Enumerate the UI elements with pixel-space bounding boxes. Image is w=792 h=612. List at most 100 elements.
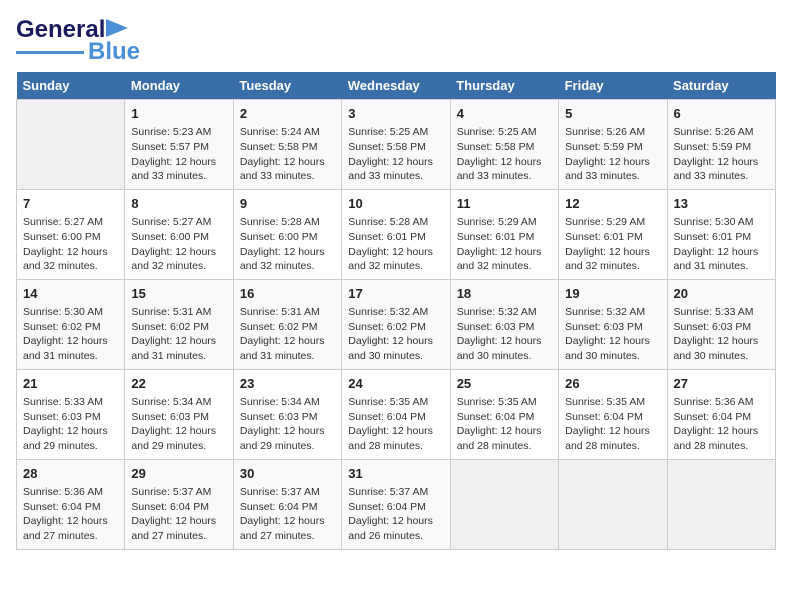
calendar-cell: 6 Sunrise: 5:26 AMSunset: 5:59 PMDaylight… bbox=[667, 100, 775, 190]
day-number: 24 bbox=[348, 375, 443, 393]
day-info: Sunrise: 5:37 AMSunset: 6:04 PMDaylight:… bbox=[348, 485, 443, 544]
weekday-header-thursday: Thursday bbox=[450, 72, 558, 100]
calendar-week-row: 21 Sunrise: 5:33 AMSunset: 6:03 PMDayligh… bbox=[17, 369, 776, 459]
day-info: Sunrise: 5:30 AMSunset: 6:01 PMDaylight:… bbox=[674, 215, 769, 274]
day-info: Sunrise: 5:27 AMSunset: 6:00 PMDaylight:… bbox=[131, 215, 226, 274]
day-info: Sunrise: 5:26 AMSunset: 5:59 PMDaylight:… bbox=[674, 125, 769, 184]
day-number: 23 bbox=[240, 375, 335, 393]
calendar-cell: 31 Sunrise: 5:37 AMSunset: 6:04 PMDayligh… bbox=[342, 459, 450, 549]
calendar-cell: 17Sunrise: 5:32 AMSunset: 6:02 PMDayligh… bbox=[342, 279, 450, 369]
day-info: Sunrise: 5:25 AMSunset: 5:58 PMDaylight:… bbox=[457, 125, 552, 184]
day-info: Sunrise: 5:32 AMSunset: 6:02 PMDaylight:… bbox=[348, 305, 443, 364]
day-number: 30 bbox=[240, 465, 335, 483]
calendar-cell: 13 Sunrise: 5:30 AMSunset: 6:01 PMDayligh… bbox=[667, 189, 775, 279]
calendar-cell: 16 Sunrise: 5:31 AMSunset: 6:02 PMDayligh… bbox=[233, 279, 341, 369]
day-number: 25 bbox=[457, 375, 552, 393]
calendar-cell: 15 Sunrise: 5:31 AMSunset: 6:02 PMDayligh… bbox=[125, 279, 233, 369]
day-info: Sunrise: 5:31 AMSunset: 6:02 PMDaylight:… bbox=[131, 305, 226, 364]
weekday-header-monday: Monday bbox=[125, 72, 233, 100]
calendar-cell: 1 Sunrise: 5:23 AMSunset: 5:57 PMDaylight… bbox=[125, 100, 233, 190]
calendar-cell bbox=[559, 459, 667, 549]
day-number: 26 bbox=[565, 375, 660, 393]
day-number: 31 bbox=[348, 465, 443, 483]
day-number: 7 bbox=[23, 195, 118, 213]
day-number: 16 bbox=[240, 285, 335, 303]
day-number: 2 bbox=[240, 105, 335, 123]
day-number: 20 bbox=[674, 285, 769, 303]
day-info: Sunrise: 5:34 AMSunset: 6:03 PMDaylight:… bbox=[240, 395, 335, 454]
day-info: Sunrise: 5:33 AMSunset: 6:03 PMDaylight:… bbox=[674, 305, 769, 364]
day-number: 13 bbox=[674, 195, 769, 213]
calendar-cell: 21 Sunrise: 5:33 AMSunset: 6:03 PMDayligh… bbox=[17, 369, 125, 459]
day-number: 18 bbox=[457, 285, 552, 303]
weekday-header-friday: Friday bbox=[559, 72, 667, 100]
logo: General Blue bbox=[16, 16, 140, 64]
calendar-cell: 7Sunrise: 5:27 AMSunset: 6:00 PMDaylight… bbox=[17, 189, 125, 279]
calendar-cell bbox=[667, 459, 775, 549]
day-number: 3 bbox=[348, 105, 443, 123]
day-info: Sunrise: 5:28 AMSunset: 6:00 PMDaylight:… bbox=[240, 215, 335, 274]
day-number: 22 bbox=[131, 375, 226, 393]
logo-text-blue: Blue bbox=[88, 40, 140, 64]
calendar-cell: 5Sunrise: 5:26 AMSunset: 5:59 PMDaylight… bbox=[559, 100, 667, 190]
day-number: 6 bbox=[674, 105, 769, 123]
day-info: Sunrise: 5:33 AMSunset: 6:03 PMDaylight:… bbox=[23, 395, 118, 454]
day-info: Sunrise: 5:37 AMSunset: 6:04 PMDaylight:… bbox=[240, 485, 335, 544]
day-number: 19 bbox=[565, 285, 660, 303]
day-number: 21 bbox=[23, 375, 118, 393]
day-number: 15 bbox=[131, 285, 226, 303]
day-number: 11 bbox=[457, 195, 552, 213]
weekday-header-wednesday: Wednesday bbox=[342, 72, 450, 100]
day-number: 4 bbox=[457, 105, 552, 123]
day-info: Sunrise: 5:24 AMSunset: 5:58 PMDaylight:… bbox=[240, 125, 335, 184]
day-info: Sunrise: 5:35 AMSunset: 6:04 PMDaylight:… bbox=[457, 395, 552, 454]
calendar-cell: 27 Sunrise: 5:36 AMSunset: 6:04 PMDayligh… bbox=[667, 369, 775, 459]
day-info: Sunrise: 5:31 AMSunset: 6:02 PMDaylight:… bbox=[240, 305, 335, 364]
day-info: Sunrise: 5:25 AMSunset: 5:58 PMDaylight:… bbox=[348, 125, 443, 184]
day-number: 8 bbox=[131, 195, 226, 213]
day-info: Sunrise: 5:35 AMSunset: 6:04 PMDaylight:… bbox=[565, 395, 660, 454]
calendar-cell: 28Sunrise: 5:36 AMSunset: 6:04 PMDayligh… bbox=[17, 459, 125, 549]
weekday-header-saturday: Saturday bbox=[667, 72, 775, 100]
calendar-cell: 29 Sunrise: 5:37 AMSunset: 6:04 PMDayligh… bbox=[125, 459, 233, 549]
day-number: 9 bbox=[240, 195, 335, 213]
calendar-table: SundayMondayTuesdayWednesdayThursdayFrid… bbox=[16, 72, 776, 550]
calendar-cell: 25 Sunrise: 5:35 AMSunset: 6:04 PMDayligh… bbox=[450, 369, 558, 459]
calendar-cell: 10 Sunrise: 5:28 AMSunset: 6:01 PMDayligh… bbox=[342, 189, 450, 279]
calendar-cell: 30 Sunrise: 5:37 AMSunset: 6:04 PMDayligh… bbox=[233, 459, 341, 549]
day-number: 29 bbox=[131, 465, 226, 483]
calendar-cell: 2 Sunrise: 5:24 AMSunset: 5:58 PMDaylight… bbox=[233, 100, 341, 190]
calendar-cell: 22 Sunrise: 5:34 AMSunset: 6:03 PMDayligh… bbox=[125, 369, 233, 459]
day-info: Sunrise: 5:32 AMSunset: 6:03 PMDaylight:… bbox=[457, 305, 552, 364]
day-number: 10 bbox=[348, 195, 443, 213]
day-info: Sunrise: 5:23 AMSunset: 5:57 PMDaylight:… bbox=[131, 125, 226, 184]
page-header: General Blue bbox=[16, 16, 776, 64]
calendar-cell: 12Sunrise: 5:29 AMSunset: 6:01 PMDayligh… bbox=[559, 189, 667, 279]
calendar-cell: 23 Sunrise: 5:34 AMSunset: 6:03 PMDayligh… bbox=[233, 369, 341, 459]
calendar-cell: 24 Sunrise: 5:35 AMSunset: 6:04 PMDayligh… bbox=[342, 369, 450, 459]
calendar-cell: 20 Sunrise: 5:33 AMSunset: 6:03 PMDayligh… bbox=[667, 279, 775, 369]
calendar-cell: 18 Sunrise: 5:32 AMSunset: 6:03 PMDayligh… bbox=[450, 279, 558, 369]
day-info: Sunrise: 5:29 AMSunset: 6:01 PMDaylight:… bbox=[457, 215, 552, 274]
calendar-week-row: 14Sunrise: 5:30 AMSunset: 6:02 PMDayligh… bbox=[17, 279, 776, 369]
day-info: Sunrise: 5:34 AMSunset: 6:03 PMDaylight:… bbox=[131, 395, 226, 454]
day-info: Sunrise: 5:26 AMSunset: 5:59 PMDaylight:… bbox=[565, 125, 660, 184]
calendar-cell bbox=[450, 459, 558, 549]
calendar-cell: 11 Sunrise: 5:29 AMSunset: 6:01 PMDayligh… bbox=[450, 189, 558, 279]
calendar-cell: 3 Sunrise: 5:25 AMSunset: 5:58 PMDaylight… bbox=[342, 100, 450, 190]
calendar-week-row: 1 Sunrise: 5:23 AMSunset: 5:57 PMDaylight… bbox=[17, 100, 776, 190]
day-info: Sunrise: 5:30 AMSunset: 6:02 PMDaylight:… bbox=[23, 305, 118, 364]
day-info: Sunrise: 5:35 AMSunset: 6:04 PMDaylight:… bbox=[348, 395, 443, 454]
calendar-cell bbox=[17, 100, 125, 190]
day-info: Sunrise: 5:36 AMSunset: 6:04 PMDaylight:… bbox=[674, 395, 769, 454]
calendar-cell: 19Sunrise: 5:32 AMSunset: 6:03 PMDayligh… bbox=[559, 279, 667, 369]
day-number: 28 bbox=[23, 465, 118, 483]
calendar-week-row: 7 Sunrise: 5:27 AMSunset: 6:00 PMDaylight… bbox=[17, 189, 776, 279]
day-info: Sunrise: 5:28 AMSunset: 6:01 PMDaylight:… bbox=[348, 215, 443, 274]
day-number: 1 bbox=[131, 105, 226, 123]
calendar-cell: 26 Sunrise: 5:35 AMSunset: 6:04 PMDayligh… bbox=[559, 369, 667, 459]
day-number: 27 bbox=[674, 375, 769, 393]
day-info: Sunrise: 5:37 AMSunset: 6:04 PMDaylight:… bbox=[131, 485, 226, 544]
calendar-cell: 9 Sunrise: 5:28 AMSunset: 6:00 PMDaylight… bbox=[233, 189, 341, 279]
logo-underline bbox=[16, 51, 84, 54]
